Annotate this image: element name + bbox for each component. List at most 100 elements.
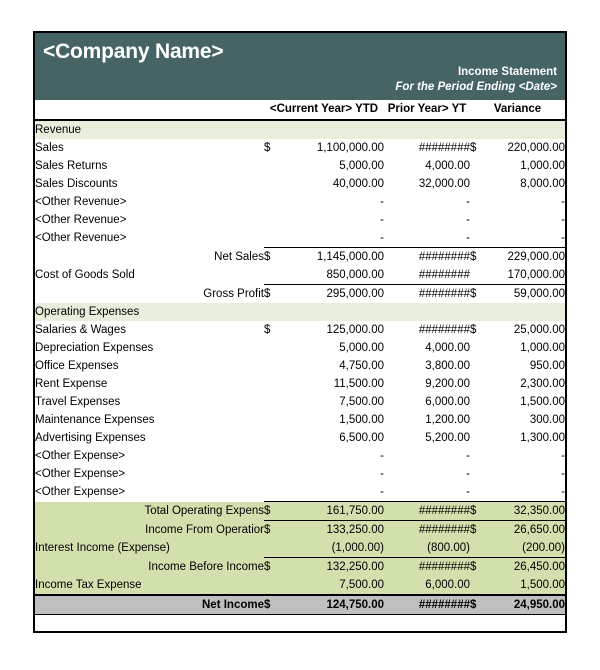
row-label: Total Operating Expens [35, 501, 264, 521]
value-variance: 1,300.00 [520, 432, 566, 444]
row-label: Cost of Goods Sold [35, 269, 135, 282]
currency-symbol-current [264, 229, 286, 248]
table-row: Interest Income (Expense) (1,000.00) (800.… [35, 539, 566, 558]
table-row: <Other Revenue> - - - [35, 193, 565, 211]
currency-symbol-variance [470, 429, 490, 447]
currency-symbol-variance [470, 483, 490, 502]
currency-symbol-variance [470, 266, 490, 285]
value-prior-year: - [466, 214, 470, 226]
currency-symbol-variance [470, 211, 490, 229]
value-variance: 950.00 [529, 360, 566, 372]
table-row: Cost of Goods Sold 850,000.00 ######## 170,… [35, 266, 565, 285]
currency-symbol-variance [470, 539, 490, 558]
value-prior-year: ######## [384, 247, 470, 266]
value-current-year: - [380, 486, 384, 498]
value-variance: - [561, 196, 566, 208]
value-prior-year: 1,200.00 [425, 414, 470, 426]
currency-symbol-current [264, 266, 286, 285]
section-title: Revenue [35, 120, 566, 139]
value-current-year: 125,000.00 [326, 324, 384, 336]
currency-symbol-variance [470, 576, 490, 595]
currency-symbol-variance [470, 193, 490, 211]
table-row: <Other Revenue> - - - [35, 211, 565, 229]
value-prior-year: 6,000.00 [425, 396, 470, 408]
row-label: Income From Operatior [35, 520, 264, 539]
currency-symbol-current [264, 339, 286, 357]
value-current-year: - [380, 214, 384, 226]
value-current-year: 40,000.00 [332, 178, 384, 190]
row-label: Sales Discounts [35, 178, 118, 190]
currency-symbol-variance: $ [470, 557, 490, 576]
table-row: Rent Expense 11,500.00 9,200.00 2,300.00 [35, 375, 565, 393]
row-label: Maintenance Expenses [35, 414, 155, 426]
currency-symbol-current: $ [264, 520, 286, 539]
column-header-prior-year: Prior Year> YT [384, 100, 470, 121]
value-prior-year: ######## [384, 594, 470, 615]
value-variance: - [561, 486, 566, 498]
section-title: Operating Expenses [35, 303, 566, 321]
currency-symbol-current: $ [264, 324, 271, 336]
company-name: <Company Name> [43, 40, 224, 63]
value-current-year: - [380, 450, 384, 462]
row-label: Salaries & Wages [35, 324, 126, 336]
currency-symbol-variance [470, 465, 490, 483]
income-statement-sheet: <Company Name> Income Statement For the … [33, 31, 567, 633]
statement-title: Income Statement [457, 66, 557, 78]
table-row: Maintenance Expenses 1,500.00 1,200.00 300.… [35, 411, 565, 429]
row-label: Advertising Expenses [35, 432, 146, 444]
row-label: <Other Revenue> [35, 196, 127, 208]
table-row: <Other Expense> - - - [35, 483, 565, 502]
currency-symbol-current [264, 357, 286, 375]
value-variance: - [561, 450, 566, 462]
currency-symbol-variance [470, 411, 490, 429]
value-prior-year: ######## [384, 284, 470, 303]
value-current-year: 133,250.00 [286, 520, 384, 539]
section-header-row: Operating Expenses [35, 303, 566, 321]
currency-symbol-current: $ [264, 142, 271, 154]
currency-symbol-current [264, 539, 286, 558]
currency-symbol-variance [470, 175, 490, 193]
value-prior-year: ######## [384, 520, 470, 539]
currency-symbol-variance: $ [470, 247, 490, 266]
row-label: Travel Expenses [35, 396, 121, 408]
sheet-trailing-blank-row [35, 614, 566, 631]
currency-symbol-current: $ [264, 501, 286, 521]
currency-symbol-variance [470, 229, 490, 248]
currency-symbol-current [264, 465, 286, 483]
currency-symbol-current: $ [264, 557, 286, 576]
currency-symbol-variance [470, 393, 490, 411]
column-header-row: <Current Year> YTD Prior Year> YT Variance [35, 100, 566, 121]
value-current-year: 1,145,000.00 [286, 247, 384, 266]
value-variance: 24,950.00 [490, 594, 566, 615]
value-current-year: 7,500.00 [286, 576, 384, 595]
value-variance: 220,000.00 [507, 142, 566, 154]
value-variance: 26,650.00 [490, 520, 566, 539]
currency-symbol-current [264, 483, 286, 502]
row-label: Depreciation Expenses [35, 342, 154, 354]
value-current-year: - [380, 468, 384, 480]
table-row: Advertising Expenses 6,500.00 5,200.00 1,30… [35, 429, 565, 447]
currency-symbol-current [264, 375, 286, 393]
value-prior-year: 6,000.00 [384, 576, 470, 595]
net-income-row: Net Income $124,750.00 ######## $24,950.00 [35, 594, 566, 615]
table-row: <Other Revenue> - - - [35, 229, 565, 248]
table-row: Sales Discounts 40,000.00 32,000.00 8,000.0… [35, 175, 565, 193]
currency-symbol-variance [470, 157, 490, 175]
value-prior-year: ######## [418, 269, 470, 281]
value-prior-year: 3,800.00 [425, 360, 470, 372]
currency-symbol-variance [470, 447, 490, 465]
row-label: Sales [35, 142, 64, 154]
value-variance: 1,500.00 [490, 576, 566, 595]
value-variance: - [561, 232, 566, 244]
value-current-year: 850,000.00 [326, 269, 384, 281]
value-current-year: 295,000.00 [286, 284, 384, 303]
value-variance: 300.00 [529, 414, 566, 426]
table-row: Income Before Income $132,250.00 ######## $… [35, 557, 566, 576]
value-prior-year: - [466, 232, 470, 244]
table-row: Office Expenses 4,750.00 3,800.00 950.00 [35, 357, 565, 375]
value-prior-year: - [466, 486, 470, 498]
currency-symbol-variance: $ [470, 501, 490, 521]
value-current-year: 4,750.00 [339, 360, 384, 372]
table-body: <Current Year> YTD Prior Year> YT Variance… [35, 100, 566, 631]
currency-symbol-variance: $ [470, 142, 477, 154]
